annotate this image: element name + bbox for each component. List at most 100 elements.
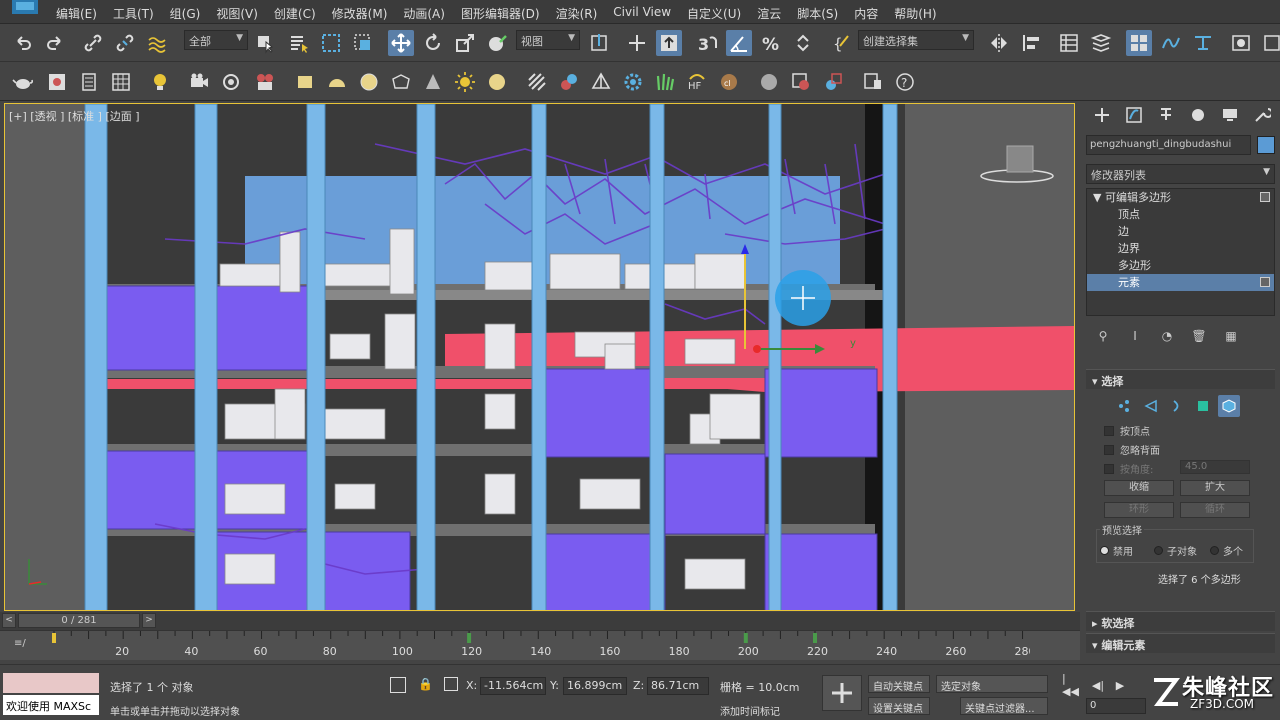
absolute-mode-icon[interactable] xyxy=(444,677,458,691)
object-name-field[interactable]: pengzhuangti_dingbudashui xyxy=(1086,135,1251,155)
ignore-backfacing-checkbox[interactable]: 忽略背面 xyxy=(1104,442,1160,457)
modifier-list-dropdown[interactable]: 修改器列表 ▼ xyxy=(1086,164,1275,184)
z-coord-field[interactable]: 86.71cm xyxy=(647,677,709,695)
stack-subobject-item[interactable]: 元素 xyxy=(1087,274,1274,291)
link-icon[interactable] xyxy=(80,30,106,56)
named-selection-dropdown[interactable]: 创建选择集 ▼ xyxy=(858,30,974,50)
show-end-result-icon[interactable]: Ⅰ xyxy=(1126,327,1144,345)
selected-object-dropdown[interactable]: 选定对象 xyxy=(936,675,1048,693)
percent-snap-icon[interactable]: % xyxy=(758,30,784,56)
by-vertex-checkbox[interactable]: 按顶点 xyxy=(1104,423,1150,438)
auto-key-button[interactable]: 自动关键点 xyxy=(868,675,930,693)
gear-icon[interactable] xyxy=(620,69,646,95)
schematic-view-icon[interactable] xyxy=(1190,30,1216,56)
goto-start-icon[interactable]: |◀◀ xyxy=(1062,672,1082,698)
rotate-icon[interactable] xyxy=(420,30,446,56)
spinner-snap-icon[interactable] xyxy=(790,30,816,56)
sphere-light-icon[interactable] xyxy=(484,69,510,95)
hair-fur-icon[interactable]: HF xyxy=(684,69,710,95)
cloth-icon[interactable]: cl xyxy=(716,69,742,95)
hemisphere-icon[interactable] xyxy=(324,69,350,95)
menu-item-13[interactable]: 内容 xyxy=(846,0,886,24)
maxscript-listener[interactable] xyxy=(3,673,99,693)
redo-icon[interactable] xyxy=(42,30,68,56)
camera-icon[interactable] xyxy=(186,69,212,95)
polygon-mode-icon[interactable] xyxy=(1192,395,1214,417)
scatter-icon[interactable] xyxy=(524,69,550,95)
motion-tab-icon[interactable] xyxy=(1182,103,1214,127)
display-tab-icon[interactable] xyxy=(1214,103,1246,127)
preview-subobject-radio[interactable]: 子对象 xyxy=(1154,543,1197,558)
create-tab-icon[interactable] xyxy=(1086,103,1118,127)
shrink-button[interactable]: 收缩 xyxy=(1104,480,1174,496)
menu-item-14[interactable]: 帮助(H) xyxy=(886,0,944,24)
configure-modifier-sets-icon[interactable]: ▦ xyxy=(1222,327,1240,345)
menu-item-1[interactable]: 工具(T) xyxy=(105,0,162,24)
stack-subobject-item[interactable]: 边界 xyxy=(1087,240,1274,257)
scene-explorer-icon[interactable] xyxy=(1056,30,1082,56)
hierarchy-tab-icon[interactable] xyxy=(1150,103,1182,127)
render-frame-window-icon[interactable] xyxy=(860,69,886,95)
pyramid-icon[interactable] xyxy=(588,69,614,95)
menu-item-7[interactable]: 图形编辑器(D) xyxy=(453,0,548,24)
stack-subobject-item[interactable]: 边 xyxy=(1087,223,1274,240)
cone-icon[interactable] xyxy=(420,69,446,95)
menu-item-0[interactable]: 编辑(E) xyxy=(48,0,105,24)
time-slider-thumb[interactable]: 0 / 281 xyxy=(18,613,140,628)
set-key-big-icon[interactable] xyxy=(822,675,862,711)
soft-selection-rollout-header[interactable]: ▸ 软选择 xyxy=(1086,611,1275,631)
prev-frame-arrow[interactable]: < xyxy=(2,613,16,628)
remove-modifier-icon[interactable]: 🗑 xyxy=(1190,327,1208,345)
help-icon[interactable]: ? xyxy=(892,69,918,95)
viewport-label[interactable]: [+] [透视 ] [标准 ] [边面 ] xyxy=(9,108,140,124)
select-object-icon[interactable] xyxy=(252,30,278,56)
by-angle-checkbox[interactable]: 按角度: xyxy=(1104,461,1153,476)
place-icon[interactable] xyxy=(484,30,510,56)
border-mode-icon[interactable] xyxy=(1166,395,1188,417)
material-sphere-icon[interactable] xyxy=(756,69,782,95)
play-icon[interactable]: ▶ xyxy=(1110,676,1130,694)
select-by-name-icon[interactable] xyxy=(286,30,312,56)
selection-filter-dropdown[interactable]: 全部 ▼ xyxy=(184,30,248,50)
y-coord-field[interactable]: 16.899cm xyxy=(563,677,627,695)
layer-explorer-icon[interactable] xyxy=(1088,30,1114,56)
pill-icon[interactable] xyxy=(556,69,582,95)
grass-icon[interactable] xyxy=(652,69,678,95)
material-editor-icon[interactable] xyxy=(1228,30,1254,56)
menu-item-2[interactable]: 组(G) xyxy=(162,0,209,24)
unlink-icon[interactable] xyxy=(112,30,138,56)
loop-button[interactable]: 循环 xyxy=(1180,502,1250,518)
stack-subobject-item[interactable]: 多边形 xyxy=(1087,257,1274,274)
preview-multi-radio[interactable]: 多个 xyxy=(1210,543,1243,558)
window-crossing-icon[interactable] xyxy=(350,30,376,56)
sphere-icon[interactable] xyxy=(356,69,382,95)
keyboard-shortcut-override-icon[interactable] xyxy=(656,30,682,56)
add-time-tag[interactable]: 添加时间标记 xyxy=(720,703,780,718)
prev-key-icon[interactable]: ◀| xyxy=(1088,676,1108,694)
select-manipulate-icon[interactable] xyxy=(624,30,650,56)
curve-editor-icon[interactable] xyxy=(1158,30,1184,56)
render-frame-icon[interactable] xyxy=(44,69,70,95)
edge-mode-icon[interactable] xyxy=(1140,395,1162,417)
stack-subobject-item[interactable]: 顶点 xyxy=(1087,206,1274,223)
next-frame-arrow[interactable]: > xyxy=(142,613,156,628)
modify-tab-icon[interactable] xyxy=(1118,103,1150,127)
helper-icon[interactable] xyxy=(218,69,244,95)
x-coord-field[interactable]: -11.564cm xyxy=(480,677,546,695)
ring-button[interactable]: 环形 xyxy=(1104,502,1174,518)
lock-icon[interactable]: 🔒 xyxy=(418,677,433,691)
menu-item-11[interactable]: 渲云 xyxy=(749,0,789,24)
menu-item-8[interactable]: 渲染(R) xyxy=(548,0,606,24)
align-icon[interactable] xyxy=(1018,30,1044,56)
angle-snap-icon[interactable] xyxy=(726,30,752,56)
teapot-icon[interactable] xyxy=(10,69,36,95)
geosphere-icon[interactable] xyxy=(388,69,414,95)
undo-icon[interactable] xyxy=(10,30,36,56)
mirror-icon[interactable] xyxy=(986,30,1012,56)
edit-elements-rollout-header[interactable]: ▾ 编辑元素 xyxy=(1086,633,1275,653)
edit-named-selection-icon[interactable]: { xyxy=(828,30,854,56)
render-production-icon[interactable] xyxy=(820,69,846,95)
ref-coord-dropdown[interactable]: 视图 ▼ xyxy=(516,30,580,50)
snaps-toggle-icon[interactable]: 3 xyxy=(694,30,720,56)
grow-button[interactable]: 扩大 xyxy=(1180,480,1250,496)
